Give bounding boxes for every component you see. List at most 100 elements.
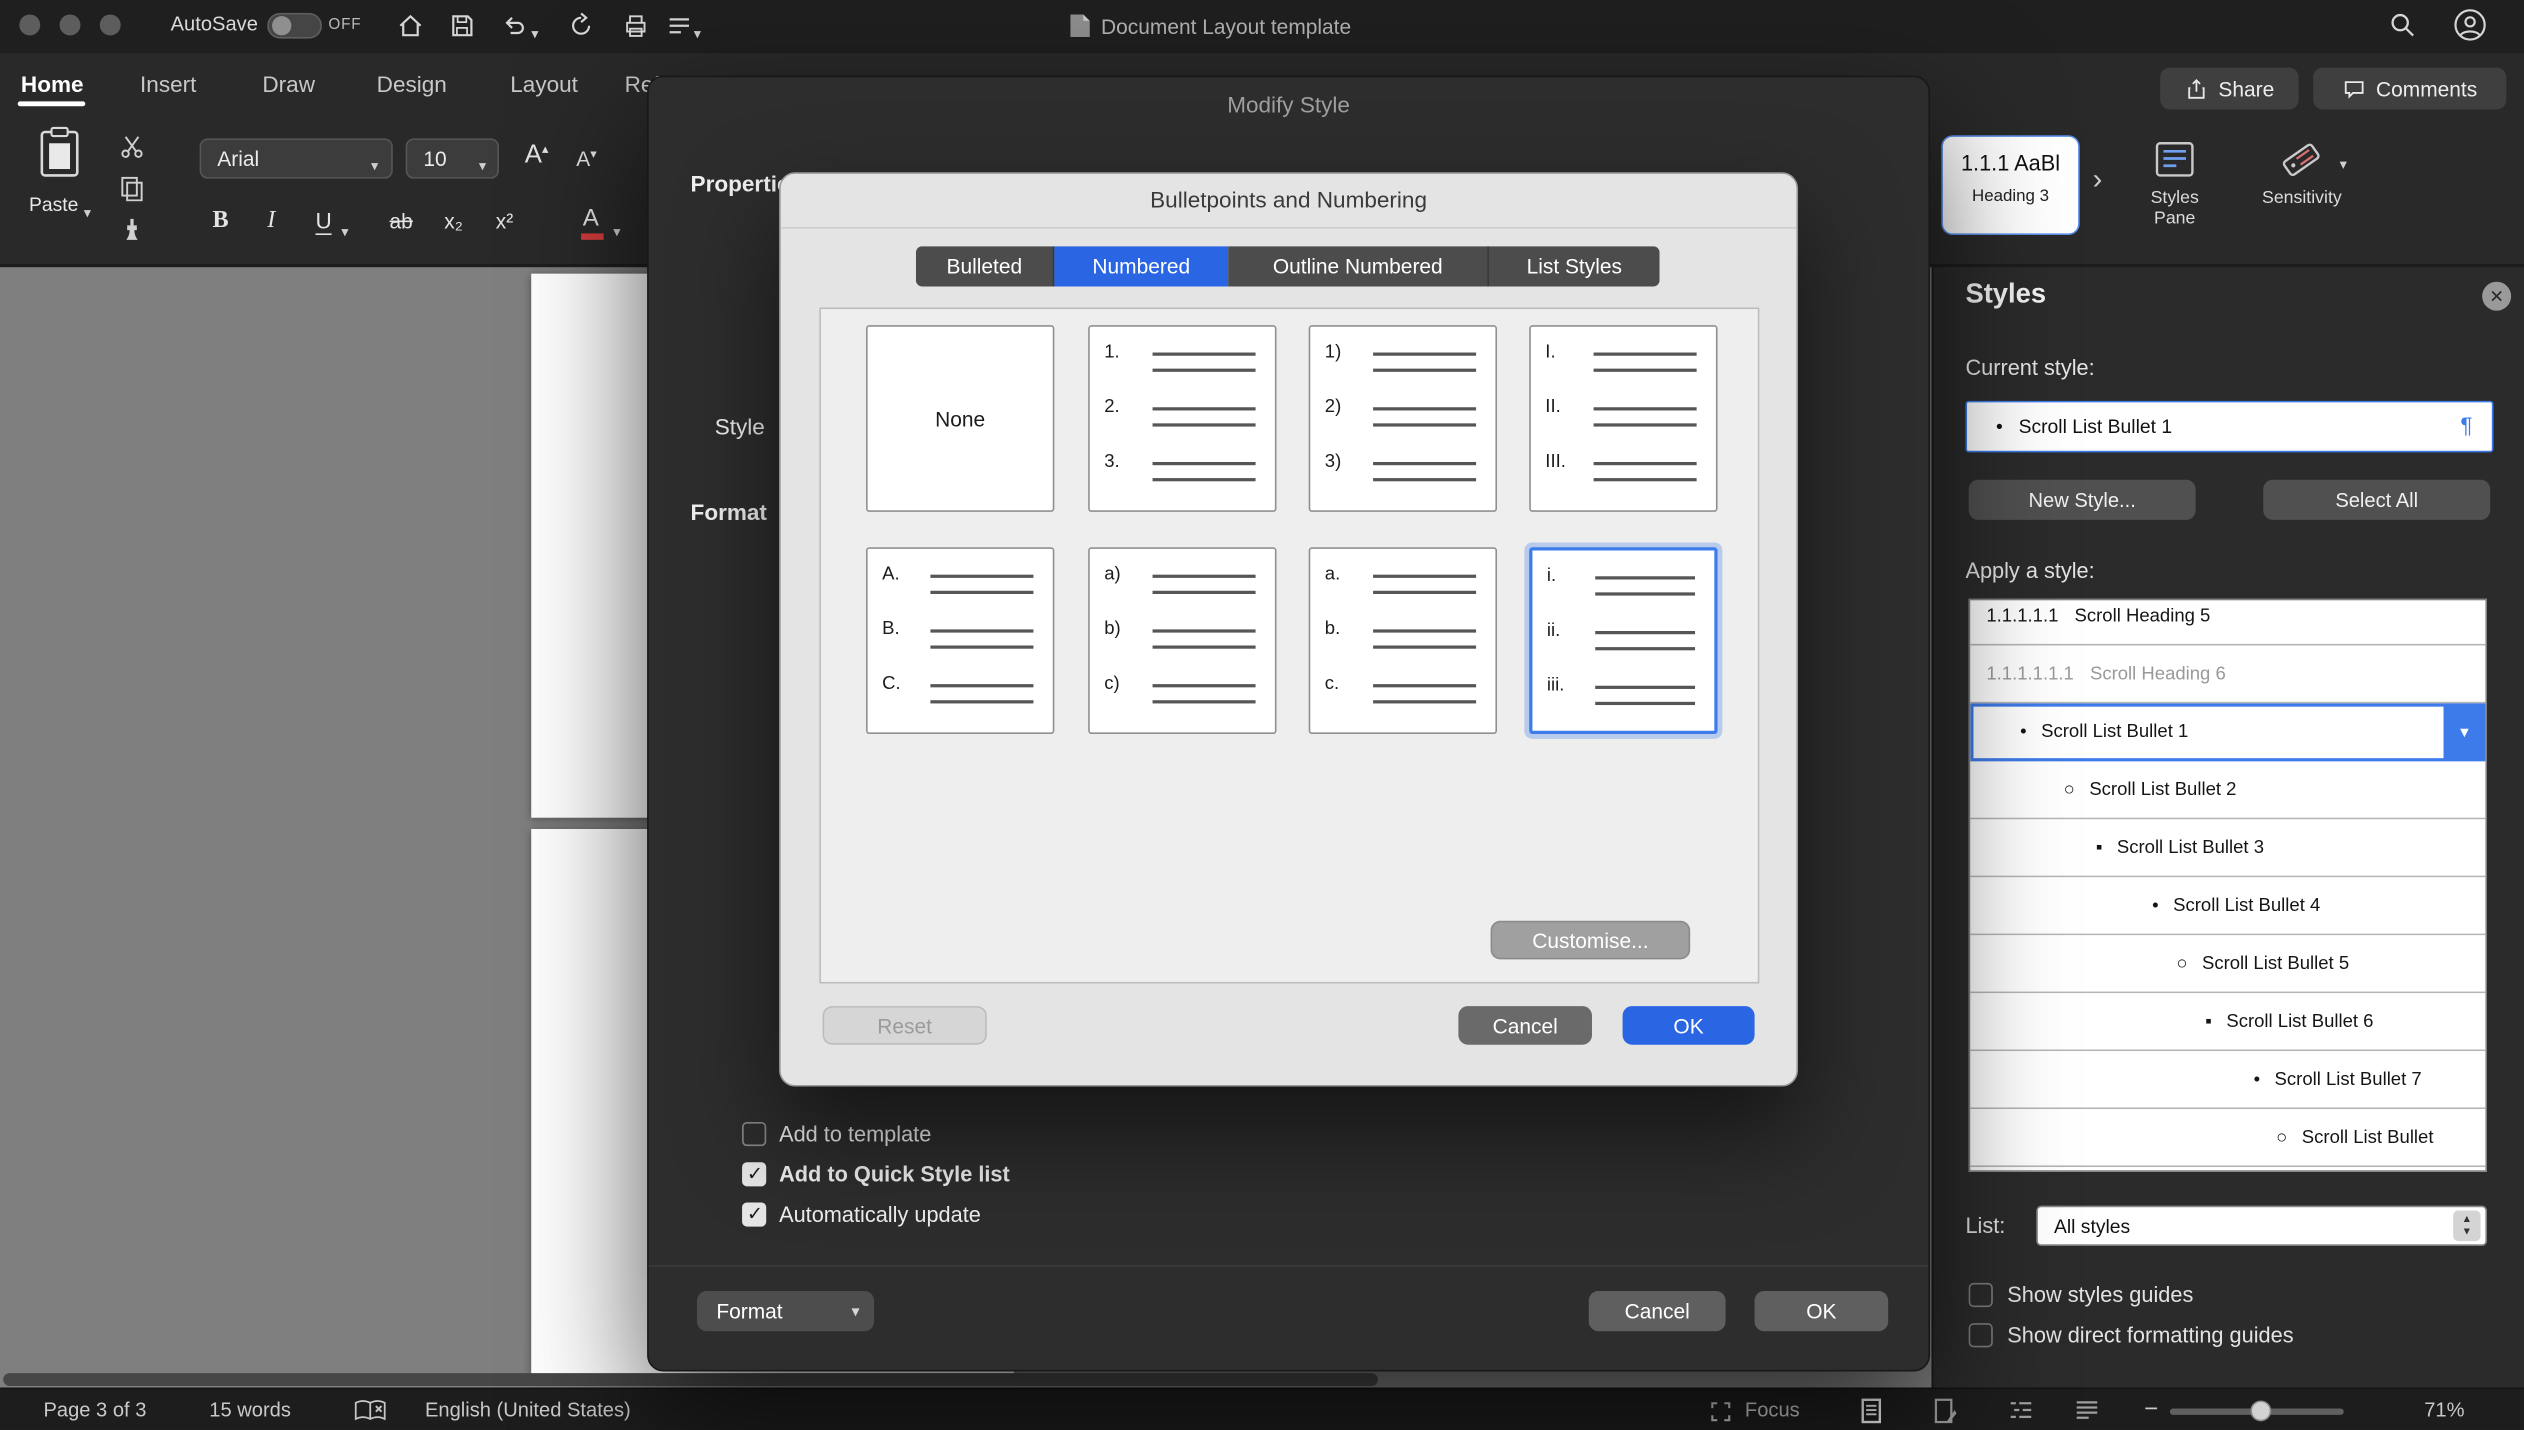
show-direct-formatting-label: Show direct formatting guides bbox=[2007, 1323, 2293, 1347]
customise-button[interactable]: Customise... bbox=[1491, 921, 1691, 960]
font-size-combo[interactable]: 10 bbox=[406, 138, 499, 178]
close-window-button[interactable] bbox=[19, 14, 40, 35]
list-item-scroll-list-bullet-4[interactable]: •Scroll List Bullet 4 bbox=[1970, 877, 2485, 935]
numbering-cancel-button[interactable]: Cancel bbox=[1458, 1006, 1592, 1045]
font-name-combo[interactable]: Arial bbox=[200, 138, 393, 178]
styles-pane-button[interactable]: StylesPane bbox=[2128, 135, 2221, 241]
zoom-out-button[interactable]: − bbox=[2144, 1396, 2158, 1423]
list-item-scroll-heading-5[interactable]: 1.1.1.1.1Scroll Heading 5 bbox=[1970, 599, 2485, 646]
list-item-scroll-heading-6[interactable]: 1.1.1.1.1.1Scroll Heading 6 bbox=[1970, 645, 2485, 703]
add-to-quick-style-checkbox[interactable] bbox=[742, 1162, 766, 1186]
style-gallery-expand-icon[interactable] bbox=[2093, 163, 2103, 197]
font-color-button[interactable]: A bbox=[583, 204, 599, 231]
paste-dropdown-icon[interactable] bbox=[84, 196, 91, 225]
list-filter-combo[interactable]: All styles ▲▼ bbox=[2036, 1206, 2487, 1246]
sensitivity-button[interactable]: Sensitivity bbox=[2250, 135, 2353, 241]
preset-upper-roman[interactable]: I. II. III. bbox=[1529, 325, 1717, 512]
list-item-scroll-list-bullet-5[interactable]: ○Scroll List Bullet 5 bbox=[1970, 935, 2485, 993]
preset-decimal-dot[interactable]: 1. 2. 3. bbox=[1088, 325, 1276, 512]
close-icon[interactable]: ✕ bbox=[2482, 282, 2511, 311]
current-style-box[interactable]: • Scroll List Bullet 1 ¶ bbox=[1965, 401, 2493, 453]
format-menu-button[interactable]: Format bbox=[697, 1291, 874, 1331]
font-color-chevron-icon[interactable] bbox=[613, 216, 620, 245]
show-styles-guides-checkbox[interactable] bbox=[1969, 1283, 1993, 1307]
undo-icon[interactable] bbox=[499, 11, 528, 48]
grow-font-button[interactable]: A▴ bbox=[525, 142, 549, 171]
preset-none[interactable]: None bbox=[866, 325, 1054, 512]
quick-access-chevron-icon[interactable] bbox=[694, 18, 701, 47]
zoom-percentage[interactable]: 71% bbox=[2424, 1399, 2464, 1422]
quick-access-menu-icon[interactable] bbox=[666, 13, 692, 47]
preset-decimal-paren[interactable]: 1) 2) 3) bbox=[1309, 325, 1497, 512]
comments-button[interactable]: Comments bbox=[2313, 68, 2506, 110]
zoom-window-button[interactable] bbox=[100, 14, 121, 35]
save-icon[interactable] bbox=[447, 11, 476, 48]
draft-view-icon[interactable] bbox=[2073, 1397, 2100, 1430]
outline-view-icon[interactable] bbox=[2007, 1397, 2034, 1430]
format-painter-icon[interactable] bbox=[119, 217, 145, 251]
spellcheck-icon[interactable] bbox=[354, 1399, 386, 1430]
list-item-scroll-list-bullet-8[interactable]: ○Scroll List Bullet bbox=[1970, 1109, 2485, 1167]
strikethrough-button[interactable]: ab bbox=[390, 209, 413, 233]
tab-insert[interactable]: Insert bbox=[140, 71, 196, 97]
tab-home[interactable]: Home bbox=[21, 71, 84, 97]
preset-upper-alpha[interactable]: A. B. C. bbox=[866, 547, 1054, 734]
style-dropdown-button[interactable]: ▼ bbox=[2444, 703, 2486, 759]
focus-icon[interactable] bbox=[1710, 1400, 1733, 1430]
language-indicator[interactable]: English (United States) bbox=[425, 1399, 631, 1422]
word-count[interactable]: 15 words bbox=[209, 1399, 291, 1422]
show-direct-formatting-checkbox[interactable] bbox=[1969, 1323, 1993, 1347]
print-layout-view-icon[interactable] bbox=[1858, 1397, 1885, 1430]
shrink-font-button[interactable]: A▾ bbox=[576, 146, 596, 170]
stepper-icon[interactable]: ▲▼ bbox=[2453, 1210, 2480, 1241]
add-to-template-checkbox[interactable] bbox=[742, 1122, 766, 1146]
preset-lower-alpha-dot[interactable]: a. b. c. bbox=[1309, 547, 1497, 734]
tab-bulleted[interactable]: Bulleted bbox=[916, 246, 1054, 286]
select-all-button[interactable]: Select All bbox=[2263, 480, 2490, 520]
page-indicator[interactable]: Page 3 of 3 bbox=[43, 1399, 146, 1422]
font-color-swatch bbox=[581, 233, 604, 239]
copy-icon[interactable] bbox=[119, 175, 145, 209]
style-gallery-chip-heading3[interactable]: 1.1.1 AaBl Heading 3 bbox=[1941, 135, 2079, 235]
undo-dropdown-icon[interactable] bbox=[531, 18, 538, 47]
account-icon[interactable] bbox=[2453, 8, 2487, 50]
automatically-update-checkbox[interactable] bbox=[742, 1202, 766, 1226]
preset-lower-roman[interactable]: i. ii. iii. bbox=[1529, 547, 1717, 734]
tab-design[interactable]: Design bbox=[377, 71, 447, 97]
print-icon[interactable] bbox=[621, 11, 650, 48]
redo-icon[interactable] bbox=[567, 11, 596, 48]
publishing-layout-view-icon[interactable] bbox=[1932, 1397, 1959, 1430]
cut-icon[interactable] bbox=[119, 134, 145, 168]
tab-list-styles[interactable]: List Styles bbox=[1489, 246, 1660, 286]
tab-numbered[interactable]: Numbered bbox=[1054, 246, 1228, 286]
underline-button[interactable]: U bbox=[316, 208, 332, 235]
list-item-scroll-list-bullet-6[interactable]: ▪Scroll List Bullet 6 bbox=[1970, 993, 2485, 1051]
horizontal-scrollbar[interactable] bbox=[3, 1373, 1378, 1386]
apply-style-label: Apply a style: bbox=[1965, 559, 2094, 583]
bold-button[interactable]: B bbox=[212, 208, 228, 235]
preset-lower-alpha-paren[interactable]: a) b) c) bbox=[1088, 547, 1276, 734]
list-item-scroll-list-bullet-7[interactable]: •Scroll List Bullet 7 bbox=[1970, 1051, 2485, 1109]
modify-cancel-button[interactable]: Cancel bbox=[1589, 1291, 1726, 1331]
tab-outline-numbered[interactable]: Outline Numbered bbox=[1228, 246, 1489, 286]
zoom-slider-knob[interactable] bbox=[2250, 1400, 2271, 1421]
search-icon[interactable] bbox=[2389, 11, 2416, 46]
home-icon[interactable] bbox=[396, 11, 425, 48]
numbering-ok-button[interactable]: OK bbox=[1623, 1006, 1755, 1045]
modify-ok-button[interactable]: OK bbox=[1755, 1291, 1889, 1331]
italic-button[interactable]: I bbox=[267, 208, 275, 235]
tab-layout[interactable]: Layout bbox=[510, 71, 578, 97]
autosave-toggle[interactable] bbox=[267, 13, 322, 39]
paste-button[interactable]: Paste bbox=[19, 122, 99, 225]
tab-draw[interactable]: Draw bbox=[262, 71, 315, 97]
list-item-scroll-list-bullet-3[interactable]: ▪Scroll List Bullet 3 bbox=[1970, 819, 2485, 877]
underline-chevron-icon[interactable] bbox=[341, 216, 348, 245]
new-style-button[interactable]: New Style... bbox=[1969, 480, 2196, 520]
superscript-button[interactable]: x² bbox=[496, 209, 513, 233]
share-button[interactable]: Share bbox=[2160, 68, 2298, 110]
focus-label[interactable]: Focus bbox=[1745, 1399, 1800, 1422]
subscript-button[interactable]: x₂ bbox=[444, 209, 463, 233]
minimize-window-button[interactable] bbox=[60, 14, 81, 35]
list-item-scroll-list-bullet-2[interactable]: ○Scroll List Bullet 2 bbox=[1970, 761, 2485, 819]
list-item-scroll-list-bullet-1[interactable]: •Scroll List Bullet 1▼ bbox=[1970, 703, 2485, 761]
